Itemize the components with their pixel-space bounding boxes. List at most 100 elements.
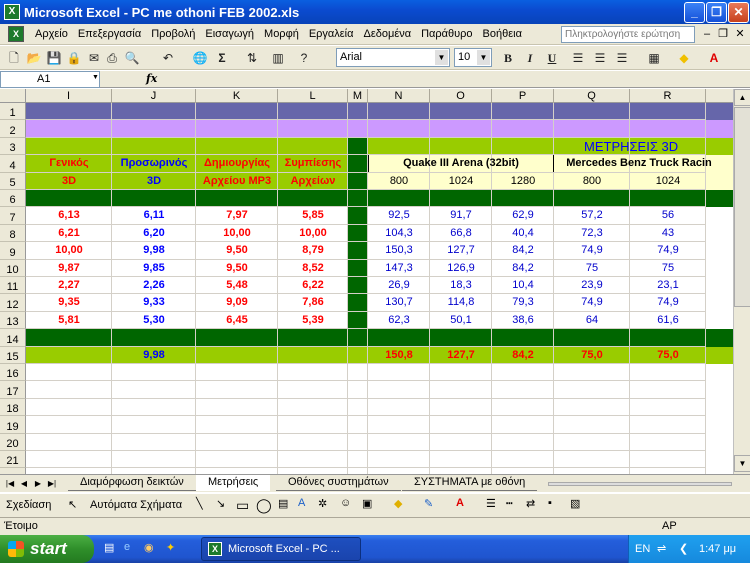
column-header[interactable]: P bbox=[492, 89, 554, 103]
vertical-scrollbar[interactable]: ▲ ▼ bbox=[733, 89, 750, 474]
data-cell[interactable]: 56 bbox=[630, 207, 706, 224]
data-cell[interactable]: 126,9 bbox=[430, 260, 492, 277]
data-cell[interactable]: 10,00 bbox=[26, 242, 112, 259]
column-header[interactable]: N bbox=[368, 89, 430, 103]
borders-icon[interactable]: ▦ bbox=[646, 50, 662, 66]
prev-sheet-icon[interactable]: ◀ bbox=[18, 477, 30, 490]
data-cell[interactable]: 7,86 bbox=[278, 294, 348, 311]
row-header[interactable]: 4 bbox=[0, 155, 26, 173]
data-cell[interactable]: 6,21 bbox=[26, 225, 112, 242]
data-cell[interactable]: 74,9 bbox=[630, 242, 706, 259]
menu-window[interactable]: Παράθυρο bbox=[416, 28, 477, 40]
data-cell[interactable]: 75 bbox=[630, 260, 706, 277]
row-header[interactable]: 15 bbox=[0, 347, 26, 364]
data-cell[interactable]: 127,7 bbox=[430, 242, 492, 259]
font-color-icon[interactable]: A bbox=[706, 50, 722, 66]
ie-icon[interactable]: e bbox=[124, 541, 130, 553]
autosum-icon[interactable]: Σ bbox=[214, 50, 230, 66]
data-cell[interactable]: 9,50 bbox=[196, 260, 278, 277]
data-cell[interactable]: 40,4 bbox=[492, 225, 554, 242]
menu-help[interactable]: Βοήθεια bbox=[478, 28, 527, 40]
data-cell[interactable]: 74,9 bbox=[630, 294, 706, 311]
chevron-down-icon[interactable]: ▼ bbox=[477, 50, 490, 65]
font-color-icon[interactable]: A bbox=[456, 497, 464, 509]
data-cell[interactable]: 23,9 bbox=[554, 277, 630, 294]
line-style-icon[interactable]: ☰ bbox=[486, 497, 496, 510]
select-pointer-icon[interactable]: ↖ bbox=[68, 498, 77, 511]
row-header[interactable]: 13 bbox=[0, 312, 26, 329]
menu-view[interactable]: Προβολή bbox=[146, 28, 200, 40]
select-all-corner[interactable] bbox=[0, 89, 26, 103]
email-icon[interactable]: ✉ bbox=[86, 50, 102, 66]
tab-system-screens[interactable]: Οθόνες συστημάτων bbox=[276, 475, 401, 491]
menu-insert[interactable]: Εισαγωγή bbox=[200, 28, 259, 40]
chart-wizard-icon[interactable]: ▥ bbox=[270, 50, 286, 66]
data-cell[interactable]: 75 bbox=[554, 260, 630, 277]
data-cell[interactable]: 9,33 bbox=[112, 294, 196, 311]
data-cell[interactable]: 5,48 bbox=[196, 277, 278, 294]
row-header[interactable]: 5 bbox=[0, 173, 26, 190]
worksheet-grid[interactable]: I J K L M N O P Q R 1 2 3 4 5 6 7 8 9 10 11 12 13 14 15 16 17 18 19 2… bbox=[0, 89, 733, 474]
arrow-icon[interactable]: ↘ bbox=[216, 497, 225, 510]
row-header[interactable]: 6 bbox=[0, 190, 26, 207]
column-header[interactable]: R bbox=[630, 89, 706, 103]
row-header[interactable]: 8 bbox=[0, 225, 26, 242]
help-search-input[interactable]: Πληκτρολογήστε ερώτηση bbox=[561, 26, 695, 43]
network-icon[interactable]: ⇌ bbox=[657, 535, 666, 563]
align-left-icon[interactable]: ☰ bbox=[570, 50, 586, 66]
menu-edit[interactable]: Επεξεργασία bbox=[73, 28, 146, 40]
data-cell[interactable]: 6,20 bbox=[112, 225, 196, 242]
tab-indicators[interactable]: Διαμόρφωση δεικτών bbox=[68, 475, 196, 491]
first-sheet-icon[interactable]: |◀ bbox=[4, 477, 16, 490]
data-cell[interactable]: 114,8 bbox=[430, 294, 492, 311]
scroll-down-icon[interactable]: ▼ bbox=[734, 455, 750, 472]
doc-restore-icon[interactable]: ❐ bbox=[716, 28, 730, 41]
quicklaunch-icon[interactable]: ✦ bbox=[166, 541, 175, 554]
dash-style-icon[interactable]: ┅ bbox=[506, 497, 513, 510]
doc-minimize-icon[interactable]: – bbox=[700, 28, 714, 41]
row-header[interactable]: 11 bbox=[0, 277, 26, 294]
data-cell[interactable]: 6,22 bbox=[278, 277, 348, 294]
data-cell[interactable]: 79,3 bbox=[492, 294, 554, 311]
data-cell[interactable]: 9,50 bbox=[196, 242, 278, 259]
row-header[interactable]: 7 bbox=[0, 207, 26, 225]
name-box[interactable]: A1 bbox=[0, 71, 100, 88]
data-cell[interactable]: 2,27 bbox=[26, 277, 112, 294]
font-name-select[interactable]: Arial ▼ bbox=[336, 48, 450, 67]
data-cell[interactable]: 62,3 bbox=[368, 312, 430, 329]
data-cell[interactable]: 6,45 bbox=[196, 312, 278, 329]
data-cell[interactable]: 9,09 bbox=[196, 294, 278, 311]
oval-icon[interactable]: ◯ bbox=[256, 497, 272, 514]
column-header[interactable]: K bbox=[196, 89, 278, 103]
data-cell[interactable]: 9,98 bbox=[112, 242, 196, 259]
media-icon[interactable]: ◉ bbox=[144, 541, 154, 554]
data-cell[interactable]: 61,6 bbox=[630, 312, 706, 329]
data-cell[interactable]: 10,00 bbox=[278, 225, 348, 242]
column-header[interactable]: L bbox=[278, 89, 348, 103]
data-cell[interactable]: 9,35 bbox=[26, 294, 112, 311]
data-cell[interactable]: 43 bbox=[630, 225, 706, 242]
total-cell[interactable]: 84,2 bbox=[492, 347, 554, 364]
diagram-icon[interactable]: ✲ bbox=[318, 497, 327, 510]
data-cell[interactable]: 6,11 bbox=[112, 207, 196, 224]
data-cell[interactable]: 62,9 bbox=[492, 207, 554, 224]
data-cell[interactable]: 66,8 bbox=[430, 225, 492, 242]
document-icon[interactable]: X bbox=[8, 26, 24, 42]
italic-button[interactable]: I bbox=[522, 50, 538, 66]
line-color-icon[interactable]: ✎ bbox=[424, 497, 433, 510]
data-cell[interactable]: 91,7 bbox=[430, 207, 492, 224]
data-cell[interactable]: 104,3 bbox=[368, 225, 430, 242]
fill-color-icon[interactable]: ◆ bbox=[394, 497, 402, 510]
row-header[interactable]: 2 bbox=[0, 120, 26, 138]
row-header[interactable]: 1 bbox=[0, 103, 26, 120]
data-cell[interactable]: 50,1 bbox=[430, 312, 492, 329]
clipart-icon[interactable]: ☺ bbox=[340, 497, 351, 509]
font-size-select[interactable]: 10 ▼ bbox=[454, 48, 492, 67]
menu-tools[interactable]: Εργαλεία bbox=[304, 28, 359, 40]
scroll-up-icon[interactable]: ▲ bbox=[734, 89, 750, 106]
total-cell[interactable]: 9,98 bbox=[112, 347, 196, 364]
line-icon[interactable]: ╲ bbox=[196, 497, 203, 510]
row-header[interactable]: 14 bbox=[0, 329, 26, 347]
3d-style-icon[interactable]: ▧ bbox=[570, 497, 580, 510]
row-header[interactable]: 18 bbox=[0, 399, 26, 416]
